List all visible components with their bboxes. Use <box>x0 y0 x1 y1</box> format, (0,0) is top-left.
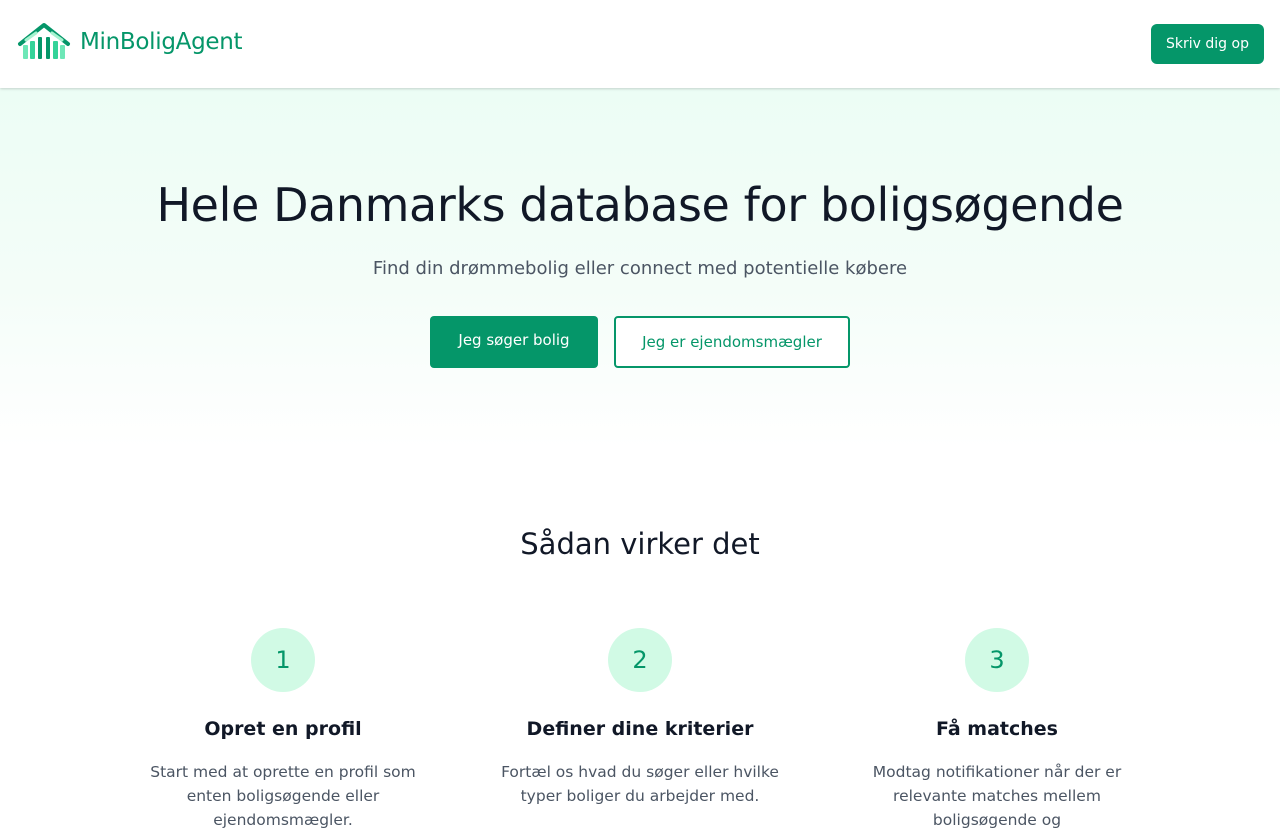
realtor-button[interactable]: Jeg er ejendomsmægler <box>614 316 850 368</box>
hero-title: Hele Danmarks database for boligsøgende <box>156 178 1124 232</box>
step-title: Definer dine kriterier <box>526 718 754 740</box>
step-title: Få matches <box>936 718 1058 740</box>
step-title: Opret en profil <box>204 718 362 740</box>
house-logo-icon <box>18 23 70 59</box>
hero-subtitle: Find din drømmebolig eller connect med p… <box>372 258 908 279</box>
brand-logo-link[interactable]: MinBoligAgent <box>16 22 243 62</box>
step-number-badge: 3 <box>965 628 1029 692</box>
step-number-badge: 2 <box>608 628 672 692</box>
step-card: 2 Definer dine kriterier Fortæl os hvad … <box>485 628 795 808</box>
step-description: Modtag notifikationer når der er relevan… <box>872 763 1122 829</box>
step-card: 3 Få matches Modtag notifikationer når d… <box>842 628 1152 832</box>
hero-section: Hele Danmarks database for boligsøgende … <box>0 88 1280 448</box>
signup-button[interactable]: Skriv dig op <box>1151 24 1264 64</box>
step-card: 1 Opret en profil Start med at oprette e… <box>128 628 438 832</box>
step-number-badge: 1 <box>251 628 315 692</box>
site-header: MinBoligAgent Skriv dig op <box>0 0 1280 88</box>
seeking-home-button[interactable]: Jeg søger bolig <box>430 316 598 368</box>
step-description: Fortæl os hvad du søger eller hvilke typ… <box>501 763 779 805</box>
how-it-works-title: Sådan virker det <box>520 527 760 561</box>
step-description: Start med at oprette en profil som enten… <box>150 763 416 829</box>
brand-name: MinBoligAgent <box>80 29 243 55</box>
